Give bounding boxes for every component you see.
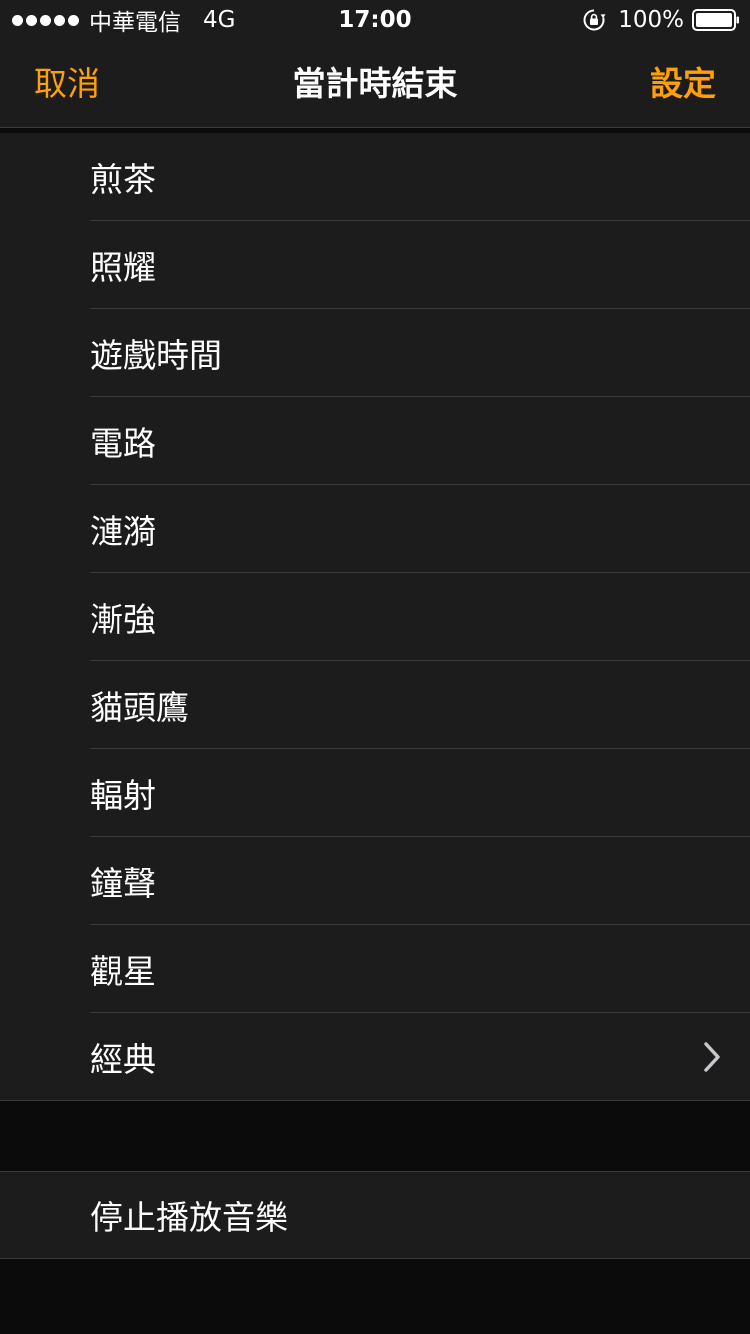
stop-music-label: 停止播放音樂	[90, 1198, 288, 1237]
tone-label: 鐘聲	[90, 864, 156, 903]
chevron-right-icon	[704, 1042, 720, 1072]
tone-label: 貓頭鷹	[90, 688, 189, 727]
tone-item[interactable]: 照耀	[0, 221, 750, 309]
tone-label: 觀星	[90, 952, 156, 991]
tone-item[interactable]: 觀星	[0, 925, 750, 1013]
status-right: 100%	[582, 0, 740, 40]
navigation-bar: 取消 當計時結束 設定	[0, 40, 750, 128]
tone-item[interactable]: 漸強	[0, 573, 750, 661]
tone-label: 漣漪	[90, 512, 156, 551]
battery-icon	[692, 9, 739, 31]
tone-item[interactable]: 漣漪	[0, 485, 750, 573]
status-bar: 中華電信 4G 17:00 100%	[0, 0, 750, 40]
tone-label: 輻射	[90, 776, 156, 815]
battery-percentage: 100%	[618, 7, 684, 33]
tone-label: 經典	[90, 1040, 156, 1079]
tone-item[interactable]: 輻射	[0, 749, 750, 837]
rotation-lock-icon	[583, 9, 606, 31]
tone-label: 漸強	[90, 600, 156, 639]
tone-label: 電路	[90, 424, 156, 463]
tone-label: 煎茶	[90, 160, 156, 199]
timer-end-screen: 中華電信 4G 17:00 100% 取消 當計時結束 設定 煎茶 照耀 遊戲時	[0, 0, 750, 1334]
tone-item[interactable]: 煎茶	[0, 133, 750, 221]
tone-item[interactable]: 遊戲時間	[0, 309, 750, 397]
tone-item-classic[interactable]: 經典	[0, 1013, 750, 1101]
set-button[interactable]: 設定	[650, 40, 716, 128]
tone-item[interactable]: 鐘聲	[0, 837, 750, 925]
tone-label: 照耀	[90, 248, 156, 287]
tone-item[interactable]: 電路	[0, 397, 750, 485]
tone-list: 煎茶 照耀 遊戲時間 電路 漣漪 漸強 貓頭鷹 輻射 鐘聲 觀星 經典	[0, 133, 750, 1101]
tone-label: 遊戲時間	[90, 336, 222, 375]
page-title: 當計時結束	[292, 64, 458, 103]
stop-music-option[interactable]: 停止播放音樂	[0, 1171, 750, 1259]
tone-item[interactable]: 貓頭鷹	[0, 661, 750, 749]
